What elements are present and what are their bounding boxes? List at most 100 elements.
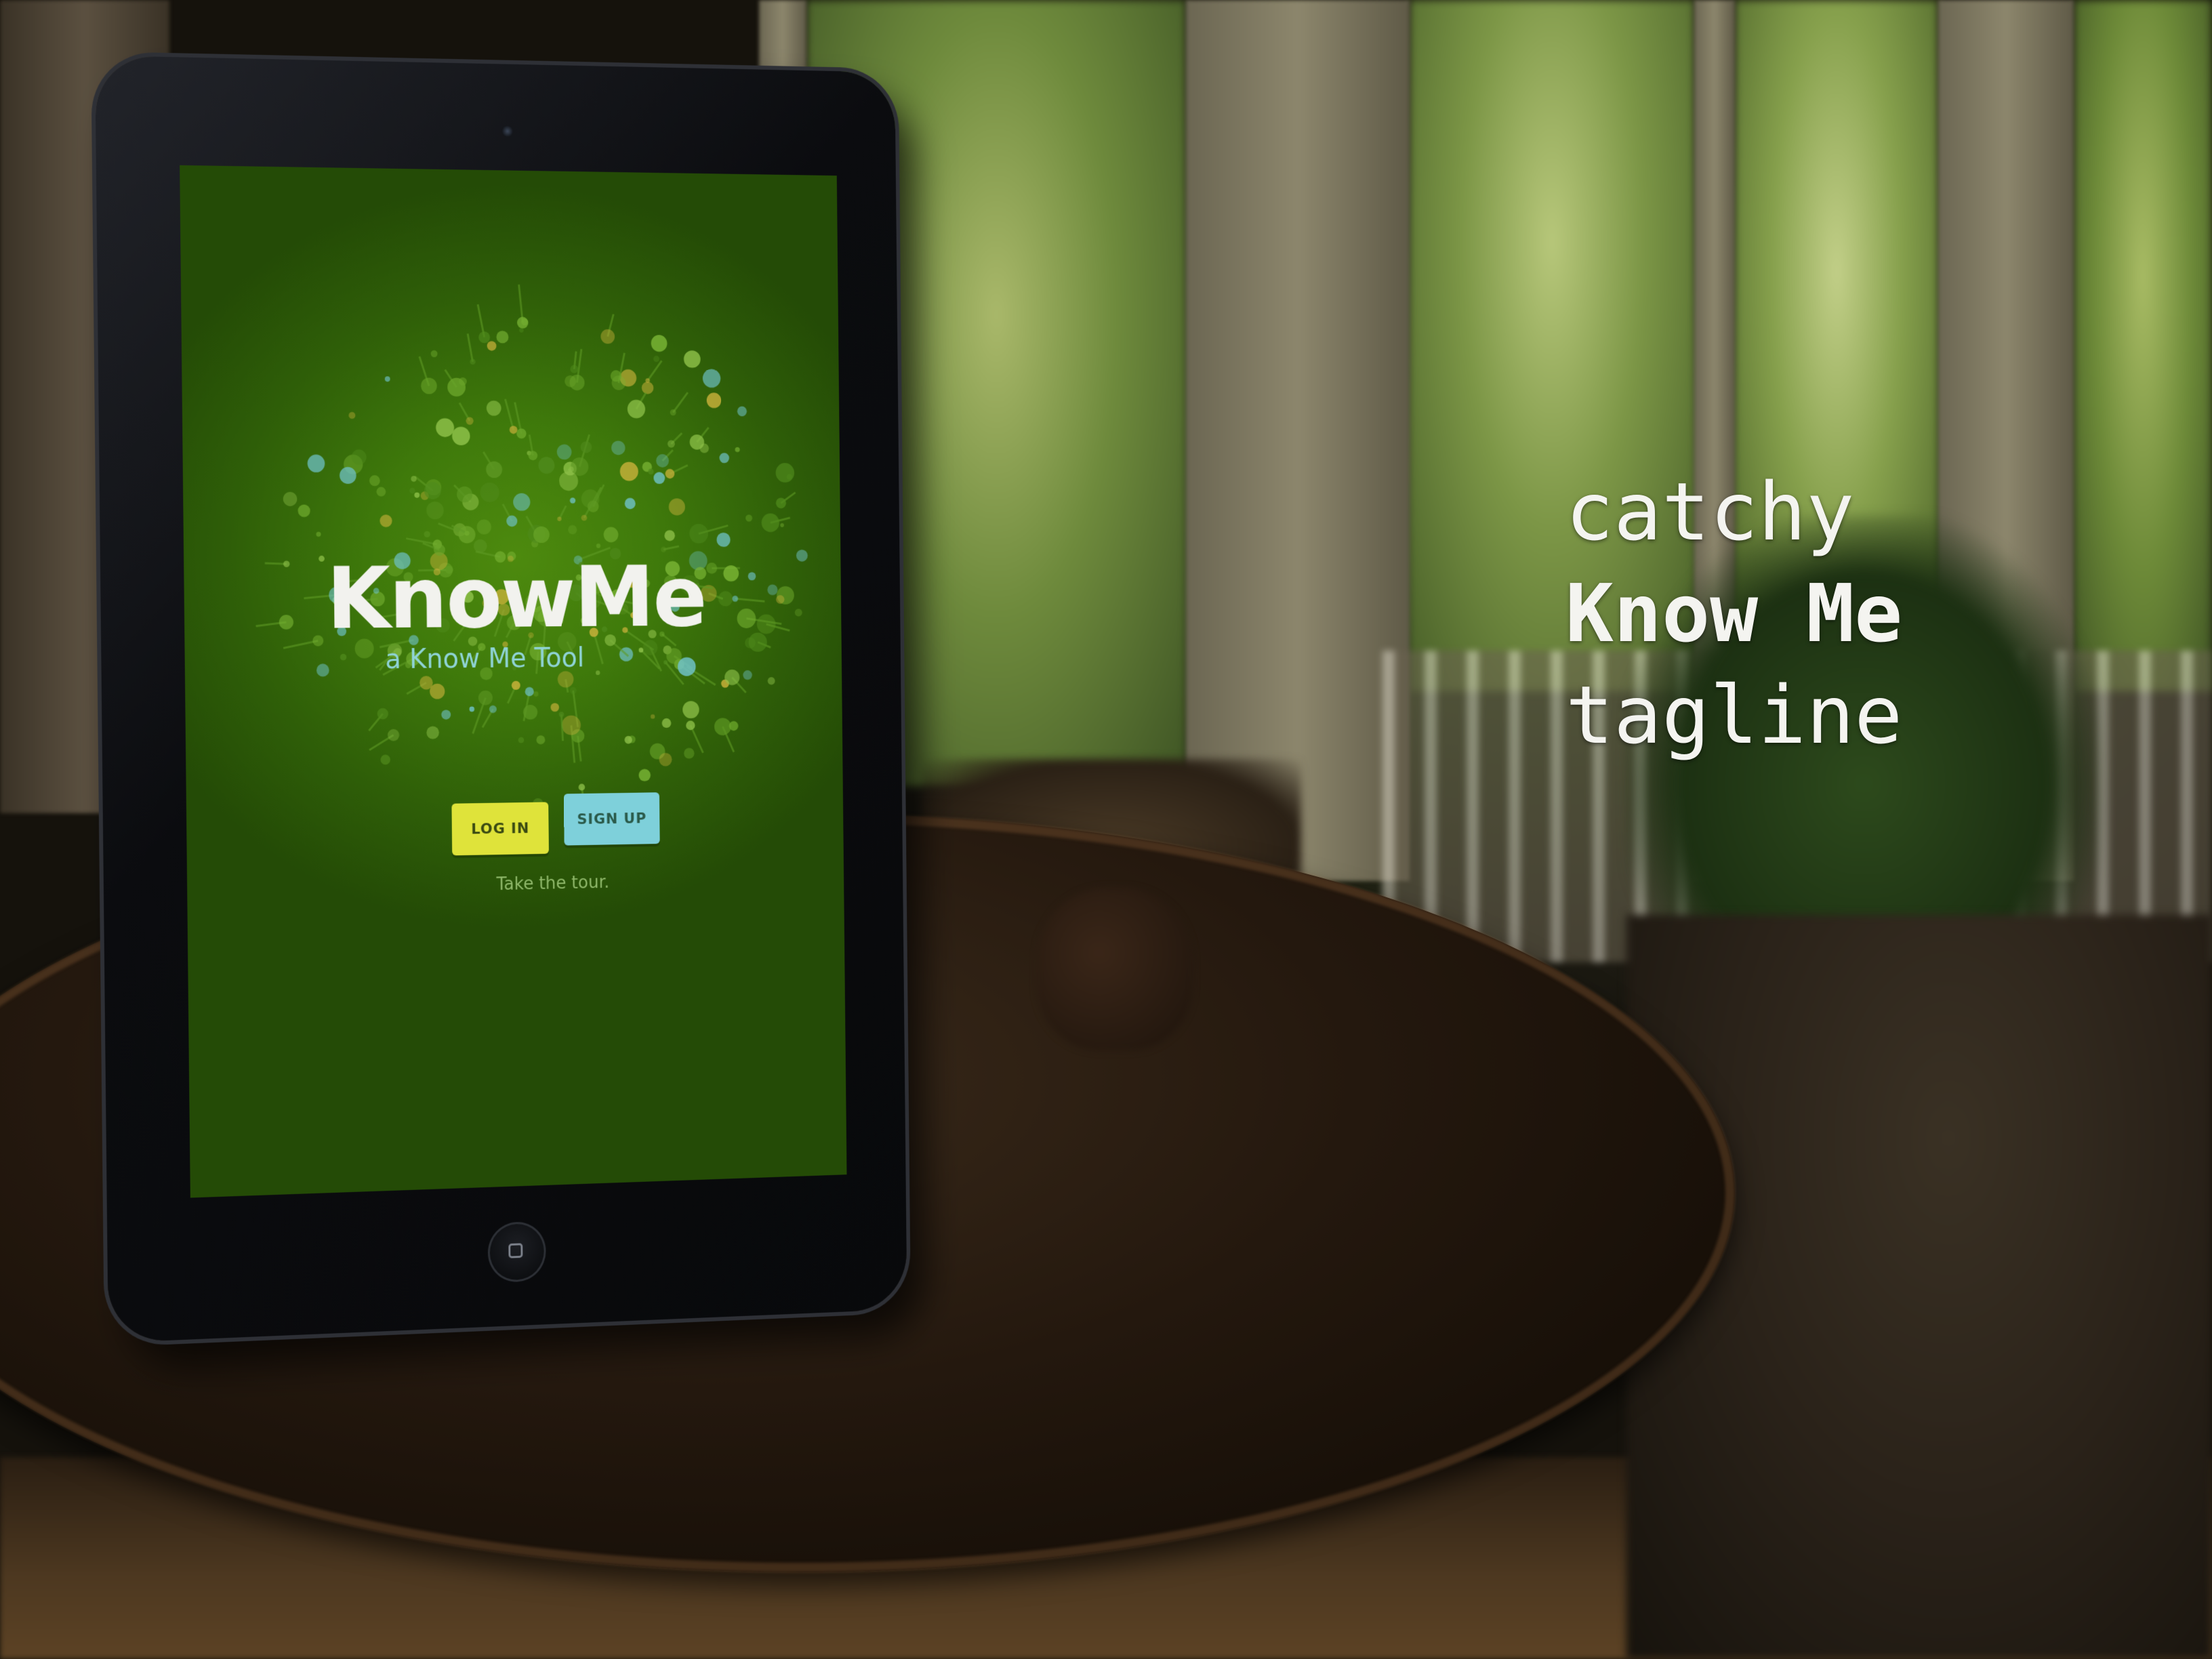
burst-dot [316,532,321,537]
burst-dot [638,648,643,653]
burst-dot [487,401,501,415]
burst-dot [283,492,298,506]
burst-dot [653,472,665,484]
burst-dot [478,691,493,705]
burst-dot [678,657,696,676]
burst-dot [600,329,615,344]
burst-dot [298,504,310,517]
burst-dot [703,369,721,388]
burst-dot [510,426,518,434]
burst-dot [369,475,380,486]
burst-dot [620,462,638,481]
burst-dot [596,544,600,548]
burst-dot [604,527,619,543]
burst-dot [388,729,400,741]
burst-dot [663,660,668,664]
burst-dot [340,654,347,661]
burst-dot [557,445,572,459]
burst-line [673,392,688,413]
take-tour-link[interactable]: Take the tour. [469,872,636,895]
burst-dot [506,515,517,527]
burst-dot [525,687,534,697]
burst-dot [550,703,559,712]
burst-dot [580,441,592,453]
marketing-tagline: catchy Know Me tagline [1565,461,1902,766]
burst-dot [735,447,740,452]
burst-dot [477,520,492,535]
burst-dot [648,468,653,474]
burst-dot [533,691,539,697]
burst-dot [424,531,430,538]
burst-dot [664,530,675,541]
burst-dot [737,407,747,417]
product-mockup-scene: KnowMe a Know Me Tool LOG IN SIGN UP Tak… [0,0,2212,1659]
burst-dot [638,769,651,781]
burst-dot [519,328,524,333]
burst-dot [316,663,329,676]
burst-dot [426,726,439,739]
burst-dot [762,514,780,532]
burst-dot [570,497,575,504]
burst-dot [516,428,527,438]
burst-dot [707,393,722,409]
burst-dot [470,359,475,365]
login-button[interactable]: LOG IN [451,802,549,855]
burst-dot [768,677,775,684]
burst-dot [662,718,672,728]
burst-dot [642,382,654,394]
burst-dot [689,524,708,544]
burst-line [561,714,562,741]
burst-dot [684,748,694,759]
burst-dot [430,684,445,699]
burst-dot [385,376,390,382]
burst-dot [441,710,451,720]
tagline-line-2: Know Me [1565,562,1902,664]
table-vase [1037,888,1193,1050]
burst-dot [496,331,508,344]
burst-dot [431,350,438,357]
burst-dot [380,755,390,765]
burst-dot [538,457,554,474]
burst-dot [469,706,474,712]
burst-dot [536,735,545,745]
signup-button[interactable]: SIGN UP [564,792,660,845]
burst-dot [512,681,520,690]
burst-dot [529,451,538,460]
burst-dot [376,487,386,497]
app-subtitle: a Know Me Tool [385,642,584,675]
burst-dot [716,533,730,547]
burst-dot [559,712,565,717]
burst-dot [513,493,530,511]
home-button-icon [508,1243,523,1258]
burst-dot [743,670,752,680]
decorative-network-burst [180,165,846,1198]
burst-dot [686,720,695,730]
burst-dot [486,462,502,478]
burst-dot [348,412,355,419]
burst-dot [478,331,490,343]
burst-line [505,399,513,430]
burst-dot [558,671,574,688]
burst-dot [775,463,794,483]
burst-dot [625,498,636,510]
burst-dot [570,365,578,373]
burst-dot [308,455,325,472]
burst-dot [628,400,646,418]
burst-dot [745,514,752,521]
burst-dot [466,417,473,424]
tablet-device: KnowMe a Know Me Tool LOG IN SIGN UP Tak… [95,56,907,1343]
burst-dot [780,523,784,527]
burst-dot [380,514,392,527]
burst-dot [457,487,472,503]
burst-dot [518,737,525,743]
burst-dot [452,427,470,445]
burst-dot [682,701,699,718]
wicker-chair [1626,915,2212,1659]
burst-dot [669,498,685,515]
burst-dot [487,341,497,350]
burst-dot [714,718,731,735]
burst-line [647,361,661,381]
burst-dot [409,488,415,494]
burst-line [468,333,472,361]
burst-dot [579,784,586,791]
